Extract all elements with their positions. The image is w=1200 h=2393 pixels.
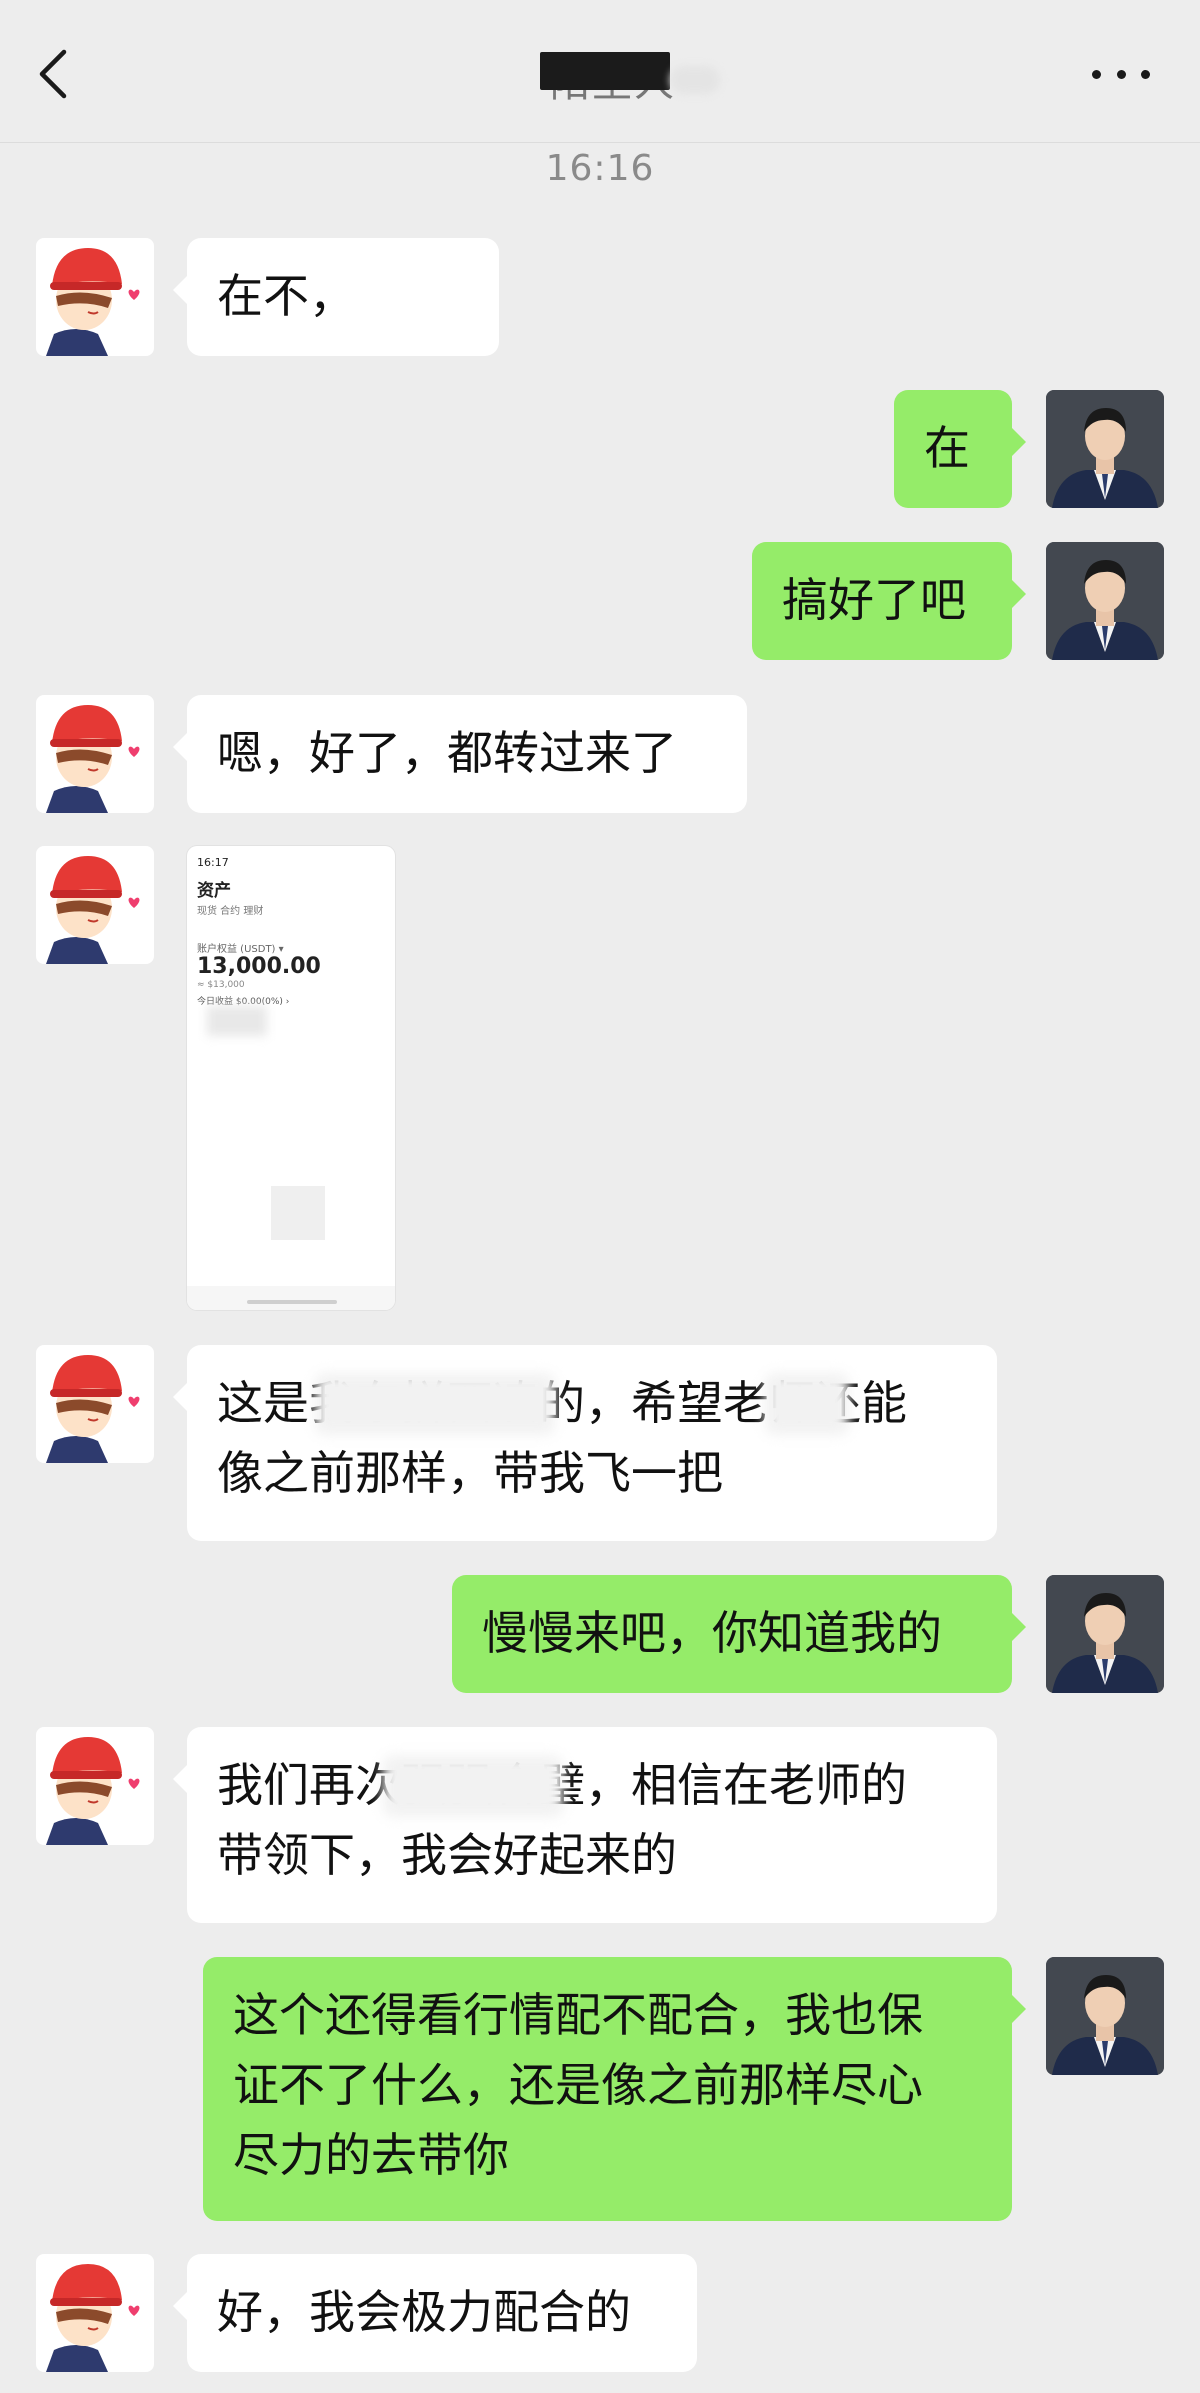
my-avatar[interactable]: [1046, 1957, 1164, 2075]
message-bubble-outgoing[interactable]: 这个还得看行情配不配合，我也保 证不了什么，还是像之前那样尽心 尽力的去带你: [203, 1957, 1026, 2221]
message-text: 慢慢来吧，你知道我的: [482, 1606, 942, 1660]
top-bar: 陌生人: [0, 0, 1200, 143]
image-title: 资产: [197, 881, 231, 901]
contact-avatar[interactable]: [36, 846, 154, 964]
message-text: 嗯，好了，都转过来了: [217, 726, 677, 780]
message-timestamp: 16:16: [545, 148, 655, 189]
text-redaction: [315, 1373, 555, 1435]
image-amount-sub: ≈ $13,000: [197, 980, 245, 990]
contact-avatar[interactable]: [36, 238, 154, 356]
message-bubble-outgoing[interactable]: 在: [894, 390, 1026, 508]
contact-avatar[interactable]: [36, 1345, 154, 1463]
image-placeholder-box: [271, 1186, 325, 1240]
message-text: 在: [924, 421, 970, 475]
my-avatar[interactable]: [1046, 390, 1164, 508]
chevron-left-icon[interactable]: [30, 46, 80, 102]
message-bubble-incoming[interactable]: 好，我会极力配合的: [173, 2254, 697, 2372]
image-time: 16:17: [197, 856, 229, 869]
message-bubble-outgoing[interactable]: 慢慢来吧，你知道我的: [452, 1575, 1026, 1693]
message-text-line: 我们再次强强合璧，相信在老师的: [217, 1750, 967, 1820]
message-text: 搞好了吧: [782, 573, 966, 627]
more-dots-icon[interactable]: [1092, 64, 1150, 84]
message-text: 好，我会极力配合的: [217, 2285, 631, 2339]
my-avatar[interactable]: [1046, 1575, 1164, 1693]
title-redaction-blur: [670, 66, 720, 94]
message-text: 在不，: [217, 269, 355, 323]
message-text-line: 证不了什么，还是像之前那样尽心: [233, 2058, 923, 2112]
message-bubble-incoming[interactable]: 这是我东拼西凑的，希望老师还能 像之前那样，带我飞一把: [173, 1345, 997, 1541]
message-text-line: 尽力的去带你: [233, 2128, 509, 2182]
image-message[interactable]: 16:17 资产 现货 合约 理财 账户权益 (USDT) ▾ 13,000.0…: [187, 846, 395, 1310]
image-bottom-edge: [187, 1286, 395, 1310]
message-bubble-incoming[interactable]: 嗯，好了，都转过来了: [173, 695, 747, 813]
image-home-indicator: [247, 1300, 337, 1304]
contact-avatar[interactable]: [36, 2254, 154, 2372]
message-text-line: 带领下，我会好起来的: [217, 1828, 677, 1882]
message-bubble-incoming[interactable]: 在不，: [173, 238, 499, 356]
my-avatar[interactable]: [1046, 542, 1164, 660]
text-redaction: [765, 1373, 849, 1435]
message-bubble-incoming[interactable]: 我们再次强强合璧，相信在老师的 带领下，我会好起来的: [173, 1727, 997, 1923]
contact-avatar[interactable]: [36, 1727, 154, 1845]
image-redaction: [207, 1006, 267, 1036]
title-redaction: [540, 52, 670, 90]
chat-title: 陌生人: [520, 50, 720, 106]
message-text-line: 像之前那样，带我飞一把: [217, 1446, 723, 1500]
message-text-line: 这个还得看行情配不配合，我也保: [233, 1988, 923, 2042]
text-redaction: [383, 1755, 563, 1817]
image-tabs: 现货 合约 理财: [197, 906, 264, 917]
image-amount: 13,000.00: [197, 954, 321, 979]
message-bubble-outgoing[interactable]: 搞好了吧: [752, 542, 1026, 660]
contact-avatar[interactable]: [36, 695, 154, 813]
image-equity-label: 账户权益 (USDT) ▾: [197, 944, 284, 955]
